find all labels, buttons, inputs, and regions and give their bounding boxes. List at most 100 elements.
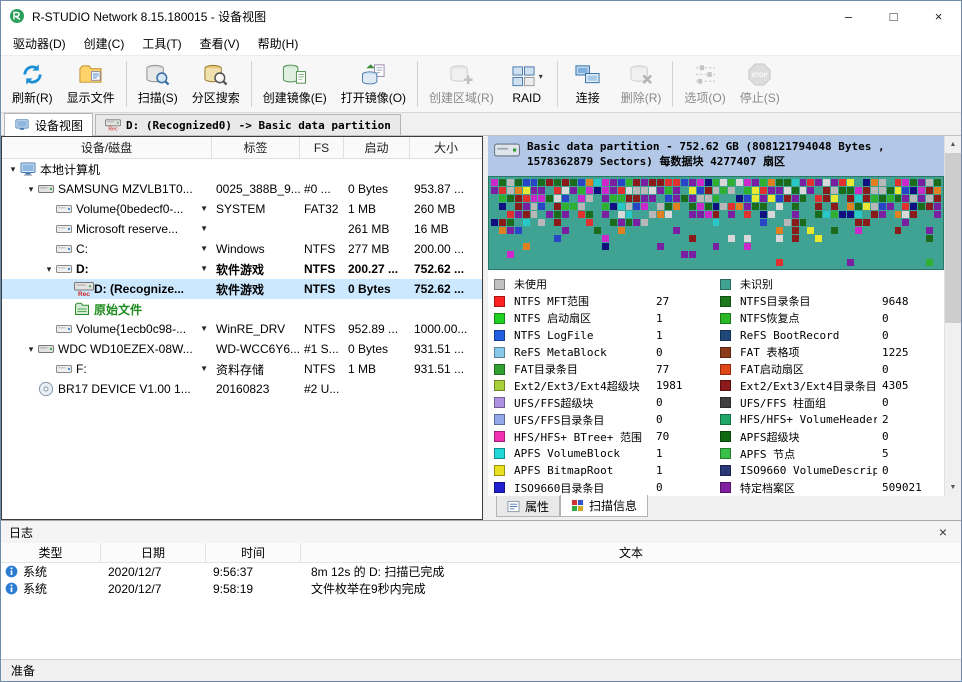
log-row[interactable]: 系统2020/12/79:58:19文件枚举在9秒内完成 — [1, 580, 961, 597]
tree-row[interactable]: ▾本地计算机 — [2, 159, 482, 179]
scan-block — [602, 259, 609, 266]
show-files-button[interactable]: 显示文件 — [60, 58, 122, 110]
app-icon — [9, 8, 25, 24]
tree-row[interactable]: ▾D:▼软件游戏NTFS200.27 ...752.62 ... — [2, 259, 482, 279]
legend-color-swatch — [720, 296, 731, 307]
scan-block — [570, 243, 577, 250]
menu-item[interactable]: 驱动器(D) — [4, 31, 75, 55]
volume-dropdown-arrow[interactable]: ▼ — [200, 244, 208, 253]
scan-block — [689, 243, 696, 250]
cd-icon — [38, 381, 58, 397]
refresh-button[interactable]: 刷新(R) — [5, 58, 60, 110]
size-cell: 200.00 ... — [410, 239, 482, 259]
scan-block — [538, 251, 545, 258]
scan-block — [815, 227, 822, 234]
log-column-header[interactable]: 时间 — [206, 543, 301, 562]
tree-row[interactable]: Microsoft reserve...▼261 MB16 MB — [2, 219, 482, 239]
partition-search-button[interactable]: 分区搜索 — [185, 58, 247, 110]
tab-device-view[interactable]: 设备视图 — [4, 113, 93, 136]
raid-button[interactable]: ▾RAID — [501, 58, 553, 110]
tree-row[interactable]: F:▼资料存储NTFS1 MB931.51 ... — [2, 359, 482, 379]
tree-row[interactable]: Volume{1ecb0c98-...▼WinRE_DRVNTFS952.89 … — [2, 319, 482, 339]
menu-item[interactable]: 查看(V) — [191, 31, 249, 55]
expander-arrow[interactable]: ▾ — [42, 264, 56, 275]
log-column-header[interactable]: 日期 — [101, 543, 206, 562]
log-close-button[interactable]: × — [933, 524, 953, 540]
open-image-button[interactable]: 打开镜像(O) — [334, 58, 413, 110]
label-cell: 资料存储 — [212, 359, 300, 379]
create-region-button[interactable]: 创建区域(R) — [422, 58, 501, 110]
create-image-button[interactable]: 创建镜像(E) — [256, 58, 334, 110]
volume-dropdown-arrow[interactable]: ▼ — [200, 364, 208, 373]
scrollbar-track[interactable] — [945, 153, 961, 479]
scan-block — [594, 259, 601, 266]
scan-button[interactable]: 扫描(S) — [131, 58, 185, 110]
scan-block — [720, 187, 727, 194]
scan-block — [871, 219, 878, 226]
scan-block — [657, 179, 664, 186]
log-row[interactable]: 系统2020/12/79:56:378m 12s 的 D: 扫描已完成 — [1, 563, 961, 580]
scan-block — [926, 179, 933, 186]
size-cell: 953.87 ... — [410, 179, 482, 199]
tree-row[interactable]: C:▼WindowsNTFS277 MB200.00 ... — [2, 239, 482, 259]
scroll-up-arrow-icon[interactable]: ▲ — [945, 136, 961, 153]
tab-recognized-partition[interactable]: RecD: (Recognized0) -> Basic data partit… — [95, 114, 401, 135]
menu-item[interactable]: 帮助(H) — [249, 31, 308, 55]
tree-column-header[interactable]: 设备/磁盘 — [2, 137, 212, 158]
scan-block — [768, 211, 775, 218]
scroll-down-arrow-icon[interactable]: ▼ — [945, 479, 961, 496]
stop-button[interactable]: STOP停止(S) — [733, 58, 787, 110]
scan-block — [720, 227, 727, 234]
legend-count: 0 — [882, 430, 938, 443]
delete-button[interactable]: 删除(R) — [614, 58, 669, 110]
volume-dropdown-arrow[interactable]: ▼ — [200, 204, 208, 213]
tree-column-header[interactable]: 启动 — [344, 137, 410, 158]
scan-block — [499, 219, 506, 226]
options-button[interactable]: 选项(O) — [677, 58, 732, 110]
scan-block — [641, 227, 648, 234]
boot-cell: 0 Bytes — [344, 339, 410, 359]
scan-block — [610, 179, 617, 186]
tree-row[interactable]: BR17 DEVICE V1.00 1...20160823#2 U... — [2, 379, 482, 399]
scan-panel-scrollbar[interactable]: ▲ ▼ — [944, 136, 961, 496]
tree-row[interactable]: 原始文件 — [2, 299, 482, 319]
menu-item[interactable]: 工具(T) — [133, 31, 190, 55]
log-column-header[interactable]: 文本 — [301, 543, 961, 562]
volume-dropdown-arrow[interactable]: ▼ — [200, 264, 208, 273]
minimize-button[interactable]: – — [826, 1, 871, 31]
tab-label: 扫描信息 — [589, 497, 637, 514]
tree-column-header[interactable]: 大小 — [410, 137, 482, 158]
scan-block — [626, 187, 633, 194]
tree-row[interactable]: Volume{0bedecf0-...▼SYSTEMFAT321 MB260 M… — [2, 199, 482, 219]
scan-block — [538, 179, 545, 186]
connect-button[interactable]: 连接 — [562, 58, 614, 110]
log-column-header[interactable]: 类型 — [1, 543, 101, 562]
dropdown-arrow-icon[interactable]: ▾ — [539, 72, 543, 81]
tree-column-header[interactable]: FS — [300, 137, 344, 158]
volume-dropdown-arrow[interactable]: ▼ — [200, 224, 208, 233]
expander-arrow[interactable]: ▾ — [24, 344, 38, 355]
scan-block — [554, 179, 561, 186]
scrollbar-thumb[interactable] — [945, 153, 961, 323]
scan-block — [823, 211, 830, 218]
scan-block — [554, 211, 561, 218]
fs-cell — [300, 159, 344, 179]
disk-icon — [38, 341, 58, 357]
close-button[interactable]: × — [916, 1, 961, 31]
tree-row[interactable]: ▾SAMSUNG MZVLB1T0...0025_388B_9...#0 ...… — [2, 179, 482, 199]
menu-item[interactable]: 创建(C) — [75, 31, 134, 55]
volume-dropdown-arrow[interactable]: ▼ — [200, 324, 208, 333]
tree-row[interactable]: RecD: (Recognize...软件游戏NTFS0 Bytes752.62… — [2, 279, 482, 299]
expander-arrow[interactable]: ▾ — [24, 184, 38, 195]
scan-block — [831, 187, 838, 194]
partition-info-text: Basic data partition - 752.62 GB (808121… — [527, 139, 938, 173]
tree-column-header[interactable]: 标签 — [212, 137, 300, 158]
tab-scaninfo[interactable]: 扫描信息 — [560, 495, 648, 517]
tree-row[interactable]: ▾WDC WD10EZEX-08W...WD-WCC6Y6...#1 S...0… — [2, 339, 482, 359]
scan-block — [633, 235, 640, 242]
tab-properties[interactable]: 属性 — [496, 496, 560, 517]
scan-block — [784, 243, 791, 250]
maximize-button[interactable]: □ — [871, 1, 916, 31]
expander-arrow[interactable]: ▾ — [6, 164, 20, 175]
scan-block — [523, 211, 530, 218]
